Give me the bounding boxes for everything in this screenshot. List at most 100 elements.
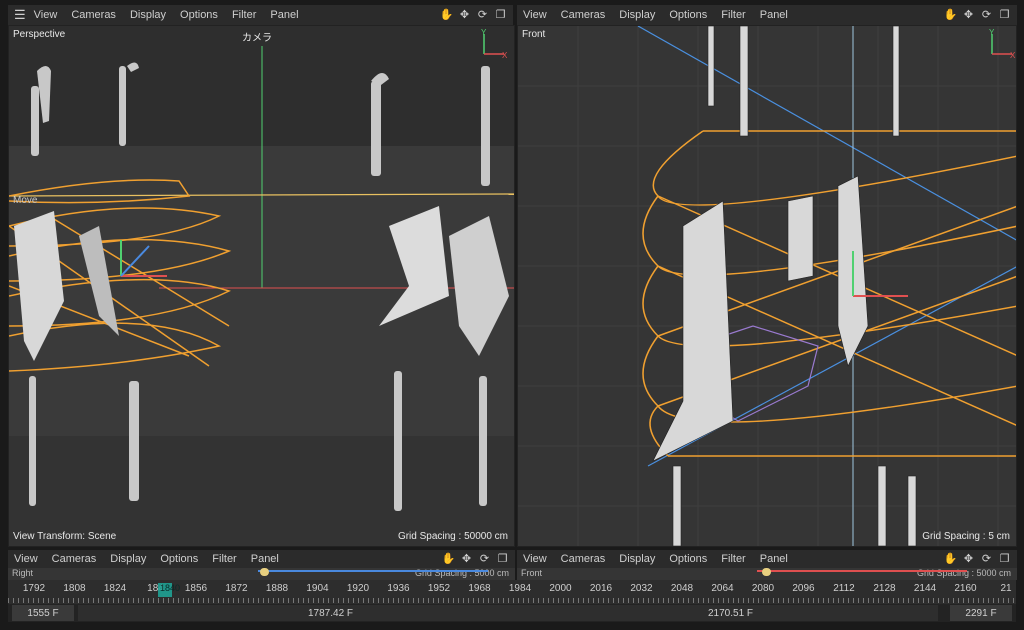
move-arrows-icon[interactable]: ✥ (460, 552, 473, 565)
perspective-viewport[interactable]: Perspective カメラ Move View Transform: Sce… (8, 25, 515, 547)
timeline-tick-label: 1808 (63, 583, 86, 594)
menu-panel[interactable]: Panel (760, 553, 788, 565)
hand-pan-icon[interactable]: ✋ (440, 8, 454, 21)
menu-filter[interactable]: Filter (721, 9, 745, 21)
menu-options[interactable]: Options (180, 9, 218, 21)
menu-panel[interactable]: Panel (270, 9, 298, 21)
menu-cameras[interactable]: Cameras (71, 9, 116, 21)
front-menubar: View Cameras Display Options Filter Pane… (517, 5, 1017, 25)
timeline-tick-label: 1968 (468, 583, 491, 594)
axis-gizmo-icon: Y X (989, 28, 1016, 58)
menu-cameras[interactable]: Cameras (561, 553, 606, 565)
timeline-tick-label: 1792 (22, 583, 46, 594)
maximize-icon[interactable]: ❐ (998, 552, 1011, 565)
menu-display[interactable]: Display (130, 9, 166, 21)
menu-display[interactable]: Display (619, 553, 655, 565)
menu-options[interactable]: Options (669, 553, 707, 565)
viewport-label-perspective: Perspective (13, 29, 66, 40)
hand-pan-icon[interactable]: ✋ (944, 8, 958, 21)
menu-display[interactable]: Display (110, 553, 146, 565)
app-window: ☰ View Cameras Display Options Filter Pa… (0, 0, 1024, 630)
timeline-tick-label: 1920 (346, 583, 370, 594)
menu-filter[interactable]: Filter (212, 553, 236, 565)
menu-filter[interactable]: Filter (721, 553, 745, 565)
rotate-icon[interactable]: ⟳ (980, 552, 993, 565)
perspective-menubar: ☰ View Cameras Display Options Filter Pa… (8, 5, 513, 25)
menu-view[interactable]: View (523, 553, 547, 565)
timeline-tick-label: 1984 (508, 583, 532, 594)
front-bottom-strip[interactable]: Front Grid Spacing : 5000 cm (517, 568, 1017, 580)
maximize-icon[interactable]: ❐ (998, 8, 1011, 21)
timeline-tick-label: 1904 (306, 583, 329, 594)
timeline-tick-label: 2064 (711, 583, 734, 594)
svg-text:X: X (1010, 51, 1016, 58)
grid-spacing-label: Grid Spacing : 50000 cm (397, 531, 508, 542)
tool-label: Move (13, 195, 38, 206)
null-object-icon (762, 568, 771, 576)
rotate-icon[interactable]: ⟳ (476, 8, 489, 21)
front-bottom-menubar: View Cameras Display Options Filter Pane… (517, 550, 1017, 568)
menu-options[interactable]: Options (669, 9, 707, 21)
menu-cameras[interactable]: Cameras (561, 9, 606, 21)
frame-subticks (8, 598, 1016, 603)
right-view-menubar: View Cameras Display Options Filter Pane… (8, 550, 515, 568)
rotate-icon[interactable]: ⟳ (980, 8, 993, 21)
move-arrows-icon[interactable]: ✥ (458, 8, 471, 21)
timeline-tick-label: 2128 (873, 583, 896, 594)
menu-panel[interactable]: Panel (251, 553, 279, 565)
menu-view[interactable]: View (34, 9, 58, 21)
menu-panel[interactable]: Panel (760, 9, 788, 21)
perspective-scene (9, 26, 514, 546)
move-arrows-icon[interactable]: ✥ (962, 8, 975, 21)
maximize-icon[interactable]: ❐ (496, 552, 509, 565)
timeline-tick-label: 1888 (265, 583, 289, 594)
menu-view[interactable]: View (523, 9, 547, 21)
hand-pan-icon[interactable]: ✋ (944, 552, 958, 565)
timeline-ruler[interactable]: 1792 1808 1824 184 1856 1872 1888 1904 1920 1936 1… (8, 580, 1016, 604)
start-frame-field[interactable]: 1555 F (12, 605, 74, 621)
rotate-icon[interactable]: ⟳ (478, 552, 491, 565)
camera-label: カメラ (242, 33, 272, 44)
svg-text:Y: Y (989, 28, 995, 37)
red-guide-line (757, 570, 967, 572)
viewport-label-front-bottom: Front (521, 568, 543, 578)
end-frame-field[interactable]: 2291 F (950, 605, 1012, 621)
timeline-tick-label: 21 (1000, 583, 1012, 594)
svg-text:X: X (502, 51, 508, 58)
menu-view[interactable]: View (14, 553, 38, 565)
timeline-tick-label: 2032 (630, 583, 653, 594)
timeline-tick-label: 1872 (225, 583, 248, 594)
timeline-tick-label: 2016 (589, 583, 613, 594)
svg-text:Y: Y (481, 28, 487, 37)
hand-pan-icon[interactable]: ✋ (442, 552, 456, 565)
timeline-tick-label: 1952 (427, 583, 451, 594)
menu-display[interactable]: Display (619, 9, 655, 21)
move-arrows-icon[interactable]: ✥ (962, 552, 975, 565)
timeline-tick-label: 2160 (954, 583, 977, 594)
null-object-icon (260, 568, 269, 576)
viewport-label-right: Right (12, 568, 34, 578)
timeline-tick-label: 2112 (833, 583, 855, 594)
menu-cameras[interactable]: Cameras (52, 553, 97, 565)
front-scene (518, 26, 1016, 546)
timeline-tick-label: 2000 (549, 583, 572, 594)
timeline-tick-label: 1936 (387, 583, 410, 594)
axis-gizmo-icon: Y X (481, 28, 508, 58)
timeline-tick-label: 1824 (103, 583, 127, 594)
timeline-tick-label: 2096 (792, 583, 815, 594)
preview-min-value: 1787.42 F (308, 607, 354, 619)
view-transform-label: View Transform: Scene (13, 531, 117, 542)
timeline-range-bar[interactable]: 1555 F 1787.42 F 2170.51 F 2291 F (8, 604, 1016, 622)
preview-range-slider[interactable]: 1787.42 F 2170.51 F (78, 605, 938, 621)
front-viewport[interactable]: Front Grid Spacing : 5 cm (517, 25, 1017, 547)
hamburger-icon[interactable]: ☰ (14, 7, 26, 23)
menu-filter[interactable]: Filter (232, 9, 256, 21)
maximize-icon[interactable]: ❐ (494, 8, 507, 21)
timeline-tick-label: 1856 (184, 583, 208, 594)
timeline-tick-label: 2048 (670, 583, 694, 594)
preview-max-value: 2170.51 F (708, 607, 754, 619)
right-view-strip[interactable]: Right Grid Spacing : 5000 cm (8, 568, 515, 580)
menu-options[interactable]: Options (160, 553, 198, 565)
start-frame-value: 1555 F (27, 607, 59, 619)
grid-spacing-label: Grid Spacing : 5 cm (922, 531, 1010, 542)
